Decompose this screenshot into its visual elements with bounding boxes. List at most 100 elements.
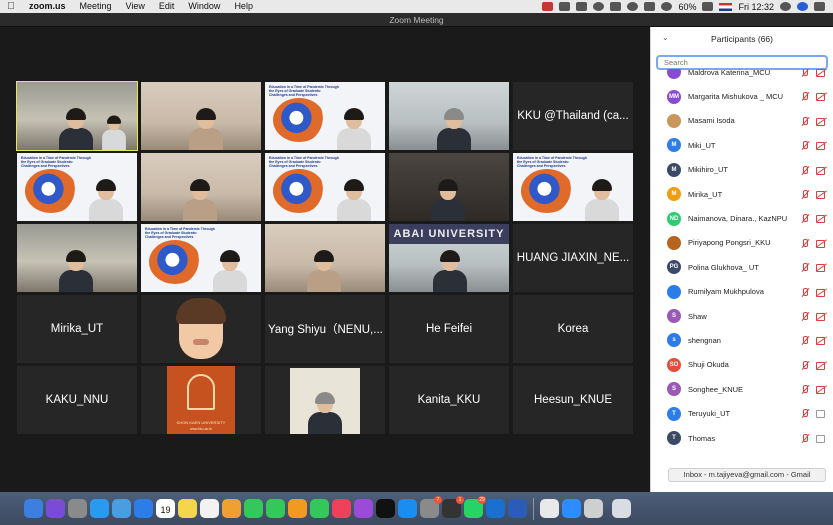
siri-icon[interactable] [46, 499, 65, 518]
zoom-icon[interactable] [562, 499, 581, 518]
finder-icon[interactable] [24, 499, 43, 518]
participant-video-tile[interactable]: Education in a Time of Pandemic Through … [17, 153, 137, 221]
photos-icon[interactable] [222, 499, 241, 518]
participant-row[interactable]: Maldrova Katerina_MCU [651, 69, 833, 84]
time-machine-icon[interactable] [627, 2, 639, 11]
participant-row[interactable]: Piriyapong Pongsri_KKU [651, 231, 833, 255]
system-prefs-icon[interactable]: 7 [420, 496, 442, 518]
music-icon[interactable] [332, 499, 351, 518]
appstore-icon[interactable] [398, 499, 417, 518]
calendar-icon[interactable]: 19 [156, 499, 175, 518]
messages-icon[interactable] [244, 499, 263, 518]
apple-menu-icon[interactable]:  [0, 1, 22, 12]
participant-video-tile[interactable] [265, 224, 385, 292]
collapse-chevron-icon[interactable]: ⌄ [662, 33, 669, 42]
participant-video-tile[interactable]: Education in a Time of Pandemic Through … [265, 82, 385, 150]
participant-tile[interactable]: KKU @Thailand (ca... [513, 82, 633, 150]
participant-avatar [667, 113, 681, 128]
chrome-icon[interactable] [540, 499, 559, 518]
facetime-icon[interactable] [266, 499, 285, 518]
numbers-icon[interactable] [310, 499, 329, 518]
wifi-icon[interactable] [661, 2, 673, 11]
reminders-icon[interactable] [200, 499, 219, 518]
participant-video-tile[interactable] [389, 82, 509, 150]
participant-video-tile[interactable] [389, 153, 509, 221]
safari-icon[interactable] [90, 499, 109, 518]
muted-microphone-icon [800, 433, 809, 443]
podcasts-icon[interactable] [354, 499, 373, 518]
battery-percentage[interactable]: 60% [678, 2, 696, 12]
menu-view[interactable]: View [119, 0, 152, 13]
menu-window[interactable]: Window [181, 0, 227, 13]
participant-video-tile[interactable] [141, 295, 261, 363]
participant-tile[interactable]: Kanita_KKU [389, 366, 509, 434]
participant-tile[interactable]: Korea [513, 295, 633, 363]
notification-center-icon[interactable] [814, 2, 825, 11]
menu-app-zoom[interactable]: zoom.us [22, 0, 73, 13]
participant-row[interactable]: T Thomas [651, 426, 833, 450]
participant-row[interactable]: ND Naimanova, Dinara., KazNPU [651, 206, 833, 230]
participant-row[interactable]: MM Margarita Mishukova _ MCU [651, 84, 833, 108]
sync-icon[interactable] [593, 2, 605, 11]
participant-row[interactable]: SO Shuji Okuda [651, 353, 833, 377]
participant-row[interactable]: S Songhee_KNUE [651, 377, 833, 401]
participant-video-tile[interactable] [265, 366, 385, 434]
user-account-icon[interactable] [797, 2, 808, 11]
menu-help[interactable]: Help [227, 0, 260, 13]
participant-video-tile[interactable] [141, 153, 261, 221]
participant-video-tile[interactable] [17, 224, 137, 292]
slide-globe-graphic [149, 240, 201, 284]
participant-tile[interactable]: HUANG JIAXIN_NE... [513, 224, 633, 292]
participant-video-tile[interactable]: Education in a Time of Pandemic Through … [141, 224, 261, 292]
participant-tile[interactable]: KAKU_NNU [17, 366, 137, 434]
spotlight-search-icon[interactable] [780, 2, 791, 11]
launchpad-icon[interactable] [68, 499, 87, 518]
participant-silhouette [433, 250, 467, 292]
participant-tile[interactable]: Heesun_KNUE [513, 366, 633, 434]
screen-recording-icon[interactable] [542, 2, 554, 11]
bluetooth-icon[interactable] [644, 2, 656, 11]
gmail-notification[interactable]: Inbox - m.tajiyeva@gmail.com - Gmail [668, 468, 826, 482]
participant-video-tile[interactable]: KHON KAEN UNIVERSITY www.kku.ac.th [141, 366, 261, 434]
trello-icon[interactable] [486, 499, 505, 518]
participant-row[interactable]: T Teruyuki_UT [651, 401, 833, 425]
zoom-status-icon[interactable] [559, 2, 571, 11]
activity-icon[interactable]: 1 [442, 496, 464, 518]
mail-icon[interactable] [134, 499, 153, 518]
keyboard-layout-flag-icon[interactable] [719, 2, 733, 11]
participant-tile[interactable]: Yang Shiyu（NENU,... [265, 295, 385, 363]
participant-tile[interactable]: Mirika_UT [17, 295, 137, 363]
participant-row[interactable]: M Mikihiro_UT [651, 158, 833, 182]
pages-icon[interactable] [288, 499, 307, 518]
participant-row[interactable]: M Miki_UT [651, 133, 833, 157]
whatsapp-icon[interactable]: 29 [464, 496, 486, 518]
participant-video-tile[interactable] [16, 81, 138, 151]
spotlight-icon[interactable] [584, 499, 603, 518]
participant-row[interactable]: M Mirika_UT [651, 182, 833, 206]
participant-video-tile[interactable]: Education in a Time of Pandemic Through … [513, 153, 633, 221]
trash-icon[interactable] [612, 499, 631, 518]
notes-icon[interactable] [178, 499, 197, 518]
participant-video-tile[interactable] [141, 82, 261, 150]
participant-avatar [667, 284, 681, 299]
display-icon[interactable] [610, 2, 622, 11]
participant-tile[interactable]: He Feifei [389, 295, 509, 363]
word-icon[interactable] [508, 499, 527, 518]
muted-microphone-icon [800, 311, 809, 321]
participant-row[interactable]: PG Polina Glukhova_ UT [651, 255, 833, 279]
slide-title-text: Education in a Time of Pandemic Through … [21, 156, 91, 168]
participant-video-tile[interactable]: Education in a Time of Pandemic Through … [265, 153, 385, 221]
participant-search-input[interactable] [656, 55, 828, 70]
preview-icon[interactable] [112, 499, 131, 518]
menu-edit[interactable]: Edit [152, 0, 182, 13]
participant-row[interactable]: Rumilyam Mukhpulova [651, 280, 833, 304]
participant-row[interactable]: Masami Isoda [651, 109, 833, 133]
participant-row[interactable]: s shengnan [651, 328, 833, 352]
participant-row[interactable]: S Shaw [651, 304, 833, 328]
menubar-clock[interactable]: Fri 12:32 [738, 2, 774, 12]
menu-meeting[interactable]: Meeting [73, 0, 119, 13]
participant-video-tile[interactable]: ABAI UNIVERSITY [389, 224, 509, 292]
battery-icon[interactable] [702, 2, 714, 11]
dropbox-icon[interactable] [576, 2, 588, 11]
tv-icon[interactable] [376, 499, 395, 518]
